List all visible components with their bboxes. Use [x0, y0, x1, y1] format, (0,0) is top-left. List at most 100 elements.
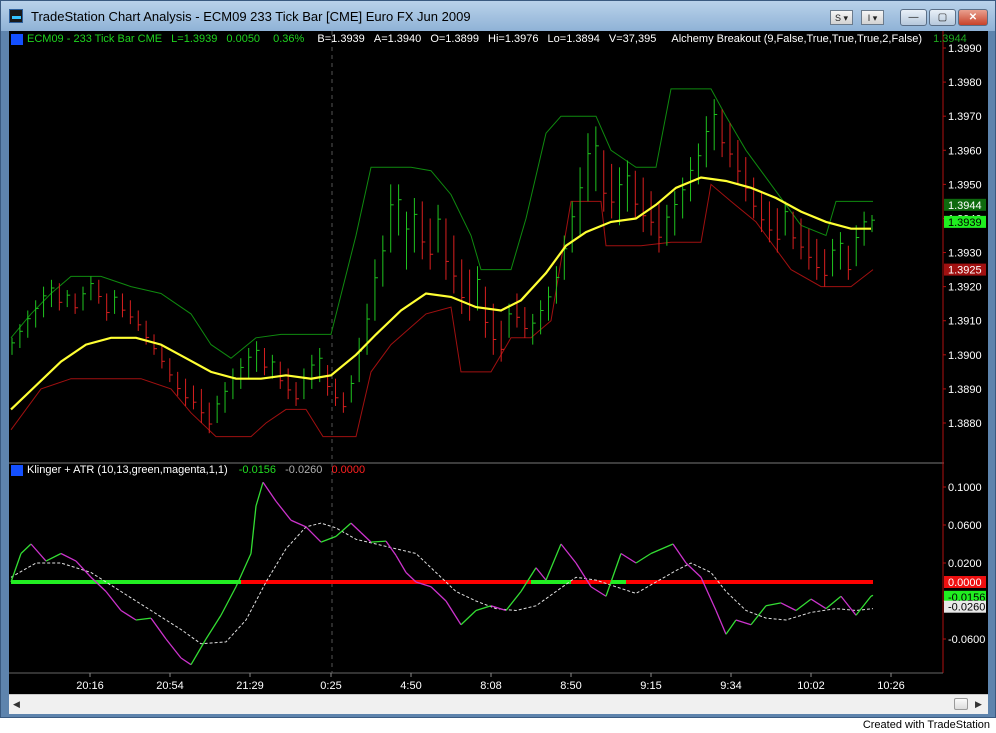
price-axis-label: 1.3880 — [948, 418, 982, 430]
klinger-segment — [305, 526, 322, 543]
klinger-segment — [620, 552, 637, 564]
lower-channel-line — [10, 183, 874, 438]
time-axis-label: 9:34 — [720, 680, 741, 692]
app-icon — [9, 9, 23, 23]
indicator-pane-icon[interactable] — [11, 464, 23, 476]
scroll-right-icon[interactable]: ▶ — [975, 699, 982, 710]
klinger-segment — [735, 619, 752, 626]
klinger-segment — [650, 543, 674, 555]
price-axis-label: 1.3960 — [948, 145, 982, 157]
klinger-segment — [715, 610, 727, 635]
klinger-segment — [105, 591, 122, 611]
chart-canvas[interactable]: 1.39901.39801.39701.39601.39501.39401.39… — [9, 31, 988, 694]
klinger-segment — [685, 562, 702, 578]
klinger-segment — [672, 543, 687, 564]
klinger-segment — [460, 610, 477, 626]
price-pane-icon[interactable] — [11, 33, 23, 45]
klinger-value: -0.0156 — [238, 464, 277, 476]
price-axis-label: 1.3970 — [948, 111, 982, 123]
study-value: 1.3944 — [933, 33, 967, 45]
klinger-segment — [180, 657, 192, 666]
klinger-segment — [475, 605, 492, 612]
klinger-segment — [810, 598, 827, 610]
time-axis-label: 10:26 — [877, 680, 905, 692]
signal-value: -0.0260 — [285, 464, 323, 476]
klinger-segment — [840, 595, 857, 616]
zero-marker: 0.0000 — [948, 577, 982, 589]
price-axis-label: 1.3890 — [948, 384, 982, 396]
moving-average-line — [10, 176, 871, 411]
chart-window: TradeStation Chart Analysis - ECM09 233 … — [0, 0, 996, 718]
klinger-segment — [275, 500, 292, 521]
s-menu-button[interactable]: S ▾ — [830, 10, 853, 25]
klinger-segment — [150, 617, 167, 640]
klinger-segment — [135, 617, 152, 621]
maximize-button[interactable]: ▢ — [929, 9, 956, 26]
horizontal-scrollbar[interactable]: ◀ ▶ — [9, 694, 988, 714]
chart-area[interactable]: 1.39901.39801.39701.39601.39501.39401.39… — [9, 31, 988, 714]
klinger-segment — [190, 638, 207, 665]
klinger-segment — [370, 540, 387, 543]
time-axis-label: 10:02 — [797, 680, 825, 692]
minimize-button[interactable]: — — [900, 9, 927, 26]
time-axis-label: 8:08 — [480, 680, 501, 692]
klinger-segment — [765, 602, 782, 607]
price-axis-label: 1.3930 — [948, 248, 982, 260]
klinger-segment — [870, 594, 874, 597]
bid-price: B=1.3939 — [317, 33, 365, 45]
klinger-segment — [30, 543, 47, 562]
klinger-segment — [545, 543, 562, 581]
i-menu-button[interactable]: I ▾ — [861, 10, 884, 25]
close-button[interactable]: ✕ — [958, 9, 988, 26]
time-axis-label: 21:29 — [236, 680, 264, 692]
klinger-segment — [250, 505, 257, 554]
time-axis-label: 20:54 — [156, 680, 184, 692]
window-title: TradeStation Chart Analysis - ECM09 233 … — [31, 9, 471, 24]
indicator-axis-label: -0.0600 — [948, 634, 985, 646]
scroll-thumb[interactable] — [954, 698, 968, 710]
klinger-segment — [490, 605, 507, 612]
price-axis-label: 1.3900 — [948, 350, 982, 362]
klinger-segment — [75, 560, 92, 578]
klinger-segment — [262, 481, 277, 502]
volume: V=37,395 — [608, 33, 657, 45]
klinger-segment — [825, 595, 842, 610]
klinger-segment — [205, 614, 222, 640]
klinger-segment — [605, 553, 622, 597]
klinger-segment — [45, 552, 62, 562]
klinger-segment — [855, 595, 872, 616]
credit-text: Created with TradeStation — [862, 719, 990, 731]
upper-channel-line — [10, 88, 873, 359]
klinger-segment — [430, 586, 447, 602]
indicator-header: Klinger + ATR (10,13,green,magenta,1,1) … — [11, 464, 365, 476]
klinger-segment — [395, 555, 407, 573]
scroll-left-icon[interactable]: ◀ — [13, 699, 20, 710]
title-bar[interactable]: TradeStation Chart Analysis - ECM09 233 … — [1, 1, 995, 31]
klinger-segment — [590, 586, 607, 597]
study-label: Alchemy Breakout (9,False,True,True,True… — [671, 33, 923, 45]
price-axis-label: 1.3950 — [948, 179, 982, 191]
klinger-segment — [560, 543, 577, 564]
indicator-label: Klinger + ATR (10,13,green,magenta,1,1) — [27, 464, 228, 476]
klinger-segment — [350, 522, 362, 534]
klinger-segment — [60, 552, 77, 562]
klinger-segment — [635, 552, 652, 564]
klinger-segment — [520, 567, 537, 592]
time-axis-label: 0:25 — [320, 680, 341, 692]
klinger-segment — [535, 567, 547, 581]
klinger-segment — [165, 638, 182, 659]
klinger-segment — [725, 619, 737, 635]
price-axis-label: 1.3980 — [948, 77, 982, 89]
net-change: 0.0050 — [226, 33, 261, 45]
klinger-segment — [445, 600, 462, 626]
pct-change: 0.36% — [273, 33, 305, 45]
upper-price-marker: 1.3944 — [948, 200, 982, 212]
klinger-segment — [795, 598, 812, 612]
last-price-marker: 1.3939 — [948, 217, 982, 229]
indicator-axis-label: 0.0200 — [948, 558, 982, 570]
symbol-label: ECM09 - 233 Tick Bar CME — [27, 33, 163, 45]
klinger-segment — [290, 519, 307, 528]
indicator-axis-label: 0.0600 — [948, 520, 982, 532]
time-axis-label: 4:50 — [400, 680, 421, 692]
klinger-segment — [20, 543, 32, 554]
